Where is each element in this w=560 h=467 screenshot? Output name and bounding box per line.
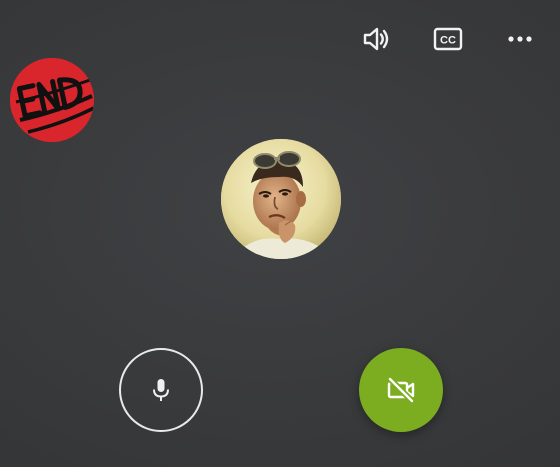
captions-button[interactable]: CC [431, 22, 465, 56]
microphone-button[interactable] [119, 348, 203, 432]
end-logo [10, 58, 94, 142]
video-toggle-button[interactable] [359, 348, 443, 432]
self-view-avatar[interactable] [10, 58, 94, 142]
captions-label: CC [440, 35, 456, 47]
speaker-button[interactable] [359, 22, 393, 56]
more-options-icon [508, 36, 532, 42]
more-options-button[interactable] [503, 22, 537, 56]
speaker-volume-icon [363, 27, 389, 51]
closed-captions-icon: CC [433, 27, 463, 51]
video-off-icon [387, 376, 415, 404]
call-screen: CC [0, 0, 560, 467]
remote-participant-avatar [221, 139, 341, 259]
person-photo [221, 139, 341, 259]
microphone-icon [153, 379, 169, 401]
